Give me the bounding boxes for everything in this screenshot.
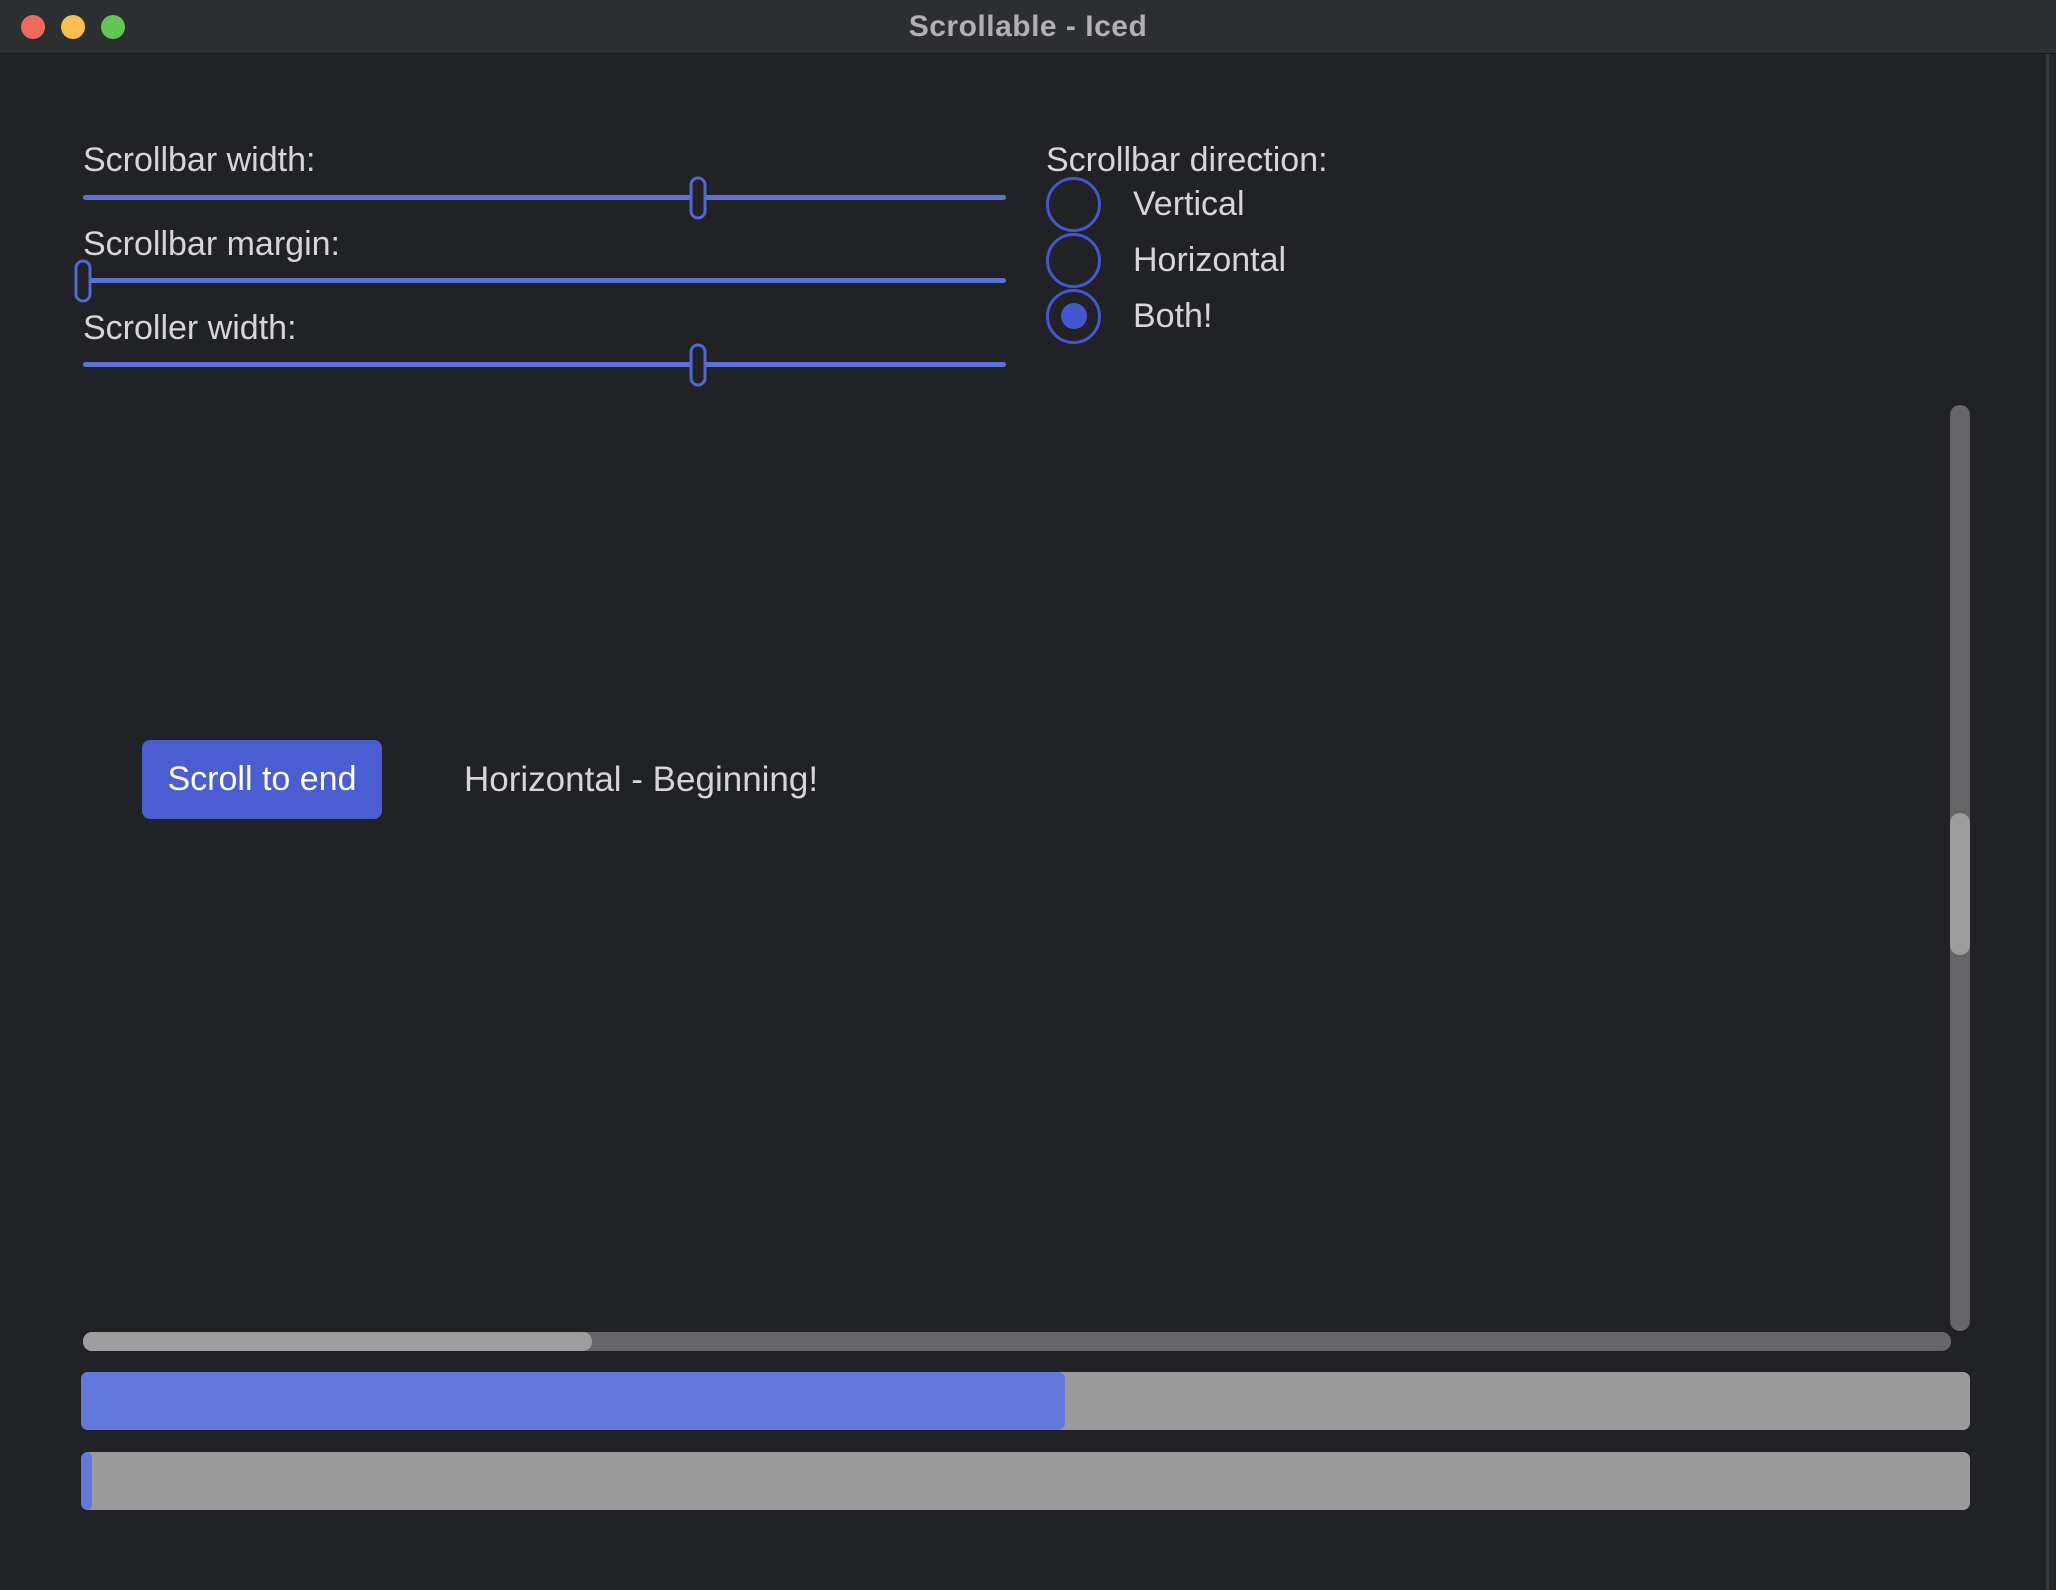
radio-option-both[interactable]: Both!: [1046, 288, 1212, 344]
scroll-status-text: Horizontal - Beginning!: [464, 740, 818, 819]
window-title: Scrollable - Iced: [0, 0, 2056, 54]
slider-handle[interactable]: [75, 259, 92, 302]
radio-button-icon[interactable]: [1046, 177, 1101, 232]
titlebar: Scrollable - Iced: [0, 0, 2056, 54]
slider-handle[interactable]: [689, 343, 706, 386]
scroller-width-slider[interactable]: [83, 362, 1006, 367]
radio-option-label: Vertical: [1133, 185, 1245, 224]
progress-bar-1: [81, 1372, 1970, 1430]
horizontal-scrollbar-track[interactable]: [83, 1332, 1951, 1351]
radio-button-icon[interactable]: [1046, 289, 1101, 344]
horizontal-scrollbar-thumb[interactable]: [83, 1332, 592, 1351]
scrollbar-margin-label: Scrollbar margin:: [83, 225, 340, 264]
progress-bar-2-fill: [81, 1452, 92, 1510]
progress-bar-2: [81, 1452, 1970, 1510]
slider-handle[interactable]: [689, 176, 706, 219]
scroll-to-end-button[interactable]: Scroll to end: [142, 740, 382, 819]
scrollbar-direction-label: Scrollbar direction:: [1046, 141, 1328, 180]
vertical-scrollbar-track[interactable]: [1950, 405, 1970, 1331]
scrollbar-margin-slider[interactable]: [83, 278, 1006, 283]
radio-option-vertical[interactable]: Vertical: [1046, 176, 1245, 232]
radio-option-label: Both!: [1133, 297, 1212, 336]
app-window: Scrollable - Iced Scrollbar width: Scrol…: [0, 0, 2056, 1590]
radio-option-label: Horizontal: [1133, 241, 1286, 280]
scrollbar-width-label: Scrollbar width:: [83, 141, 315, 180]
scrollbar-width-slider[interactable]: [83, 195, 1006, 200]
window-right-edge-strip: [2049, 54, 2056, 1590]
radio-button-icon[interactable]: [1046, 233, 1101, 288]
vertical-scrollbar-thumb[interactable]: [1950, 813, 1970, 955]
radio-option-horizontal[interactable]: Horizontal: [1046, 232, 1286, 288]
radio-dot: [1061, 303, 1087, 329]
progress-bar-1-fill: [81, 1372, 1065, 1430]
scroller-width-label: Scroller width:: [83, 309, 297, 348]
